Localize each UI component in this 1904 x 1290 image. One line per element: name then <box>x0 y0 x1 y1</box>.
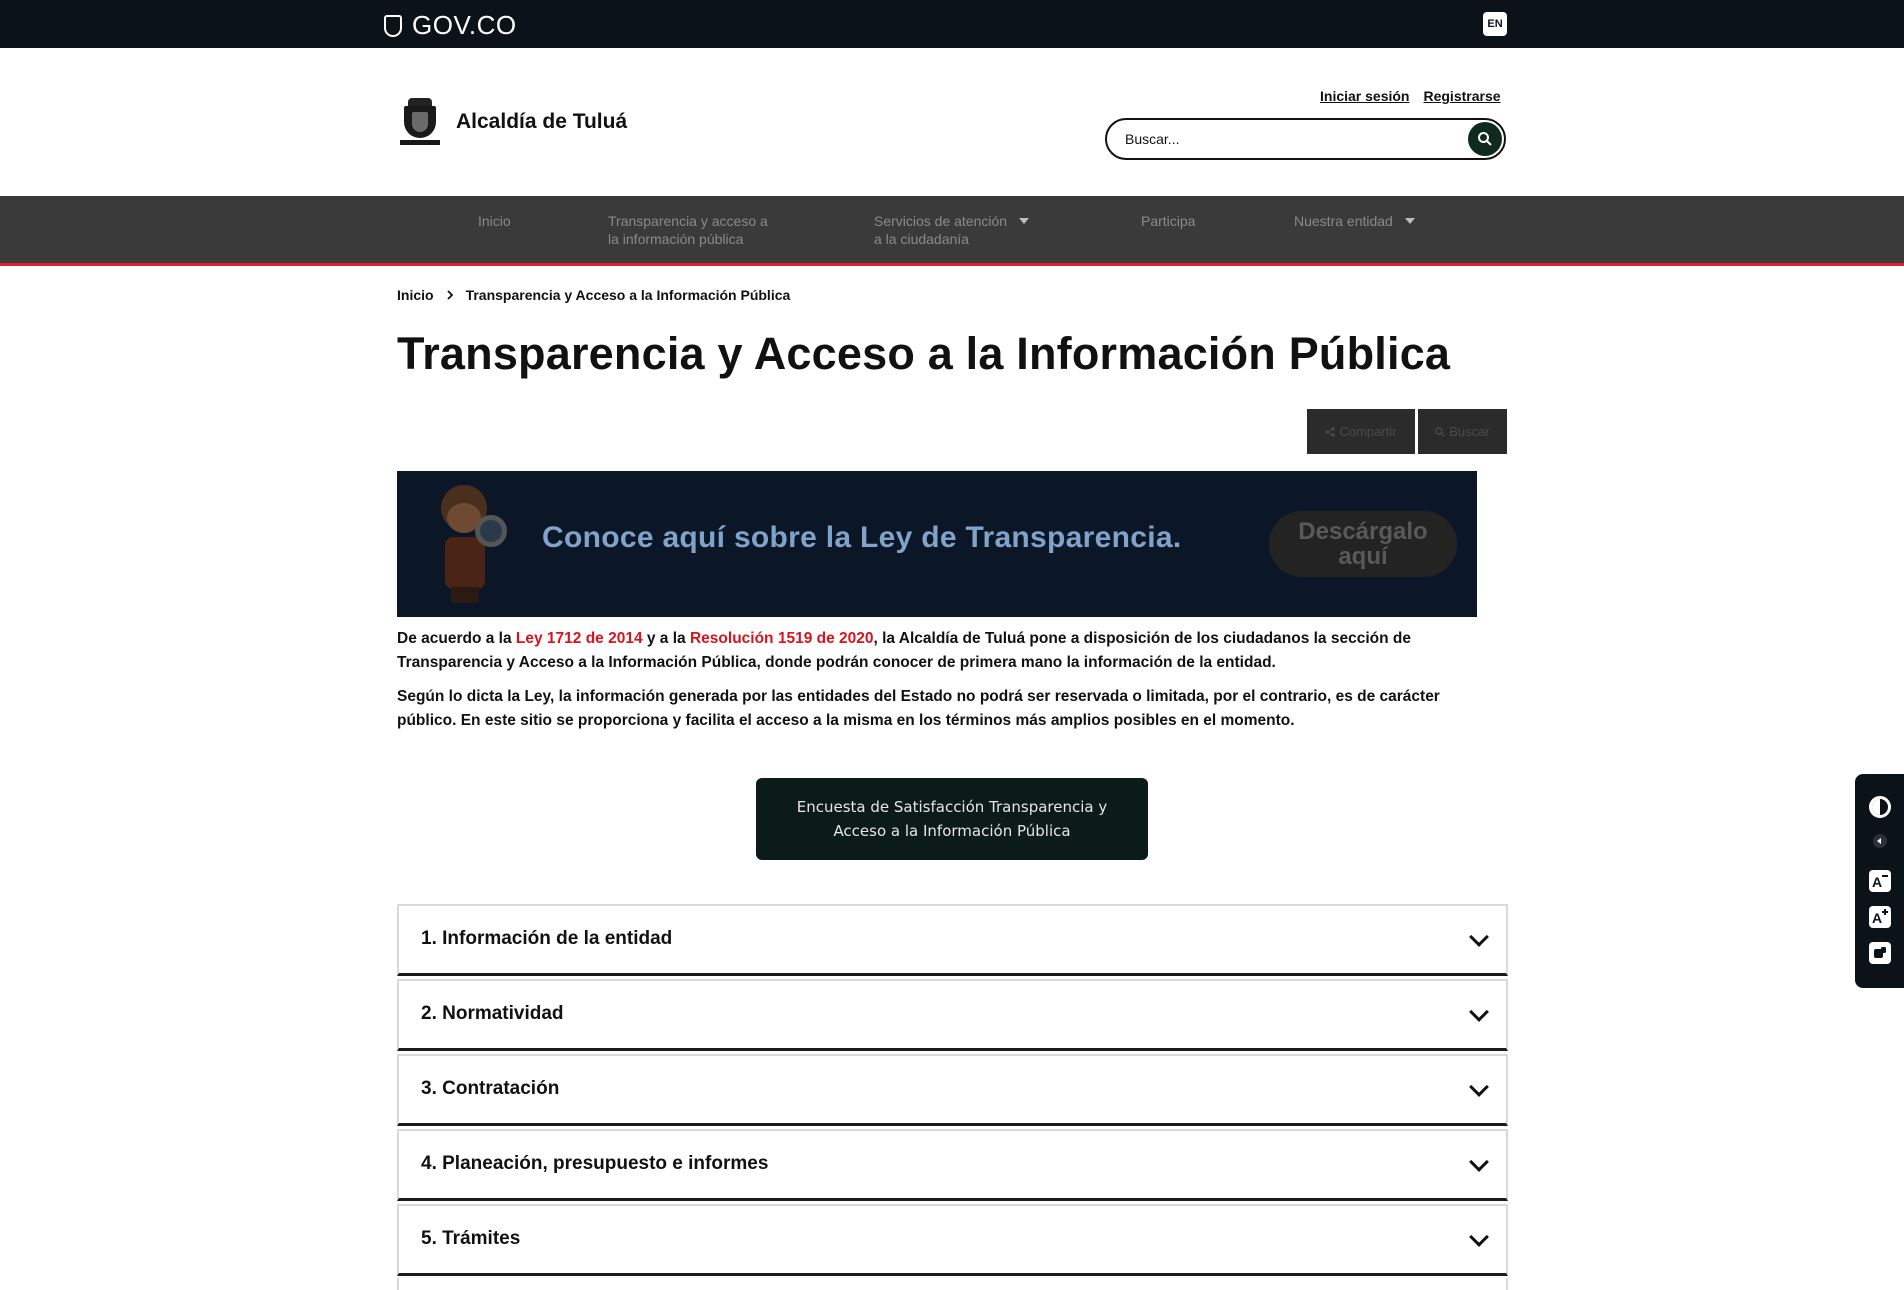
chevron-right-icon <box>446 290 453 300</box>
search-input[interactable] <box>1125 129 1445 149</box>
collapse-icon[interactable] <box>1873 834 1887 848</box>
share-button[interactable]: Compartir <box>1307 409 1415 454</box>
increase-font-icon[interactable]: A <box>1869 906 1891 928</box>
chevron-down-icon <box>1469 1152 1489 1172</box>
language-toggle-button[interactable]: EN <box>1483 12 1507 36</box>
nav-item-servicios[interactable]: Servicios de atención a la ciudadanía <box>874 212 1030 248</box>
law-1712-link[interactable]: Ley 1712 de 2014 <box>516 630 643 647</box>
contrast-icon[interactable] <box>1869 796 1891 818</box>
auth-links: Iniciar sesión Registrarse <box>1320 88 1501 104</box>
site-name: Alcaldía de Tuluá <box>456 110 628 133</box>
banner-text: Conoce aquí sobre la Ley de Transparenci… <box>542 521 1182 554</box>
svg-text:A: A <box>1872 874 1882 890</box>
search-icon <box>1478 132 1492 146</box>
nav-item-inicio[interactable]: Inicio <box>478 212 511 230</box>
gov-co-logo[interactable]: GOV.CO <box>384 10 517 41</box>
chevron-down-icon <box>1469 1077 1489 1097</box>
intro-paragraph-1: De acuerdo a la Ley 1712 de 2014 y a la … <box>397 630 1411 671</box>
register-link[interactable]: Registrarse <box>1423 88 1500 104</box>
accessibility-toolbar: A A <box>1855 774 1904 988</box>
nav-item-nuestra-entidad[interactable]: Nuestra entidad <box>1294 212 1415 230</box>
gov-co-bar: GOV.CO EN <box>0 0 1904 48</box>
page-tools: Compartir Buscar <box>1307 409 1507 454</box>
transparency-law-banner[interactable]: Conoce aquí sobre la Ley de Transparenci… <box>397 471 1477 617</box>
main-nav: Inicio Transparencia y acceso a la inform… <box>0 196 1904 266</box>
nav-item-participa[interactable]: Participa <box>1141 212 1195 230</box>
accordion-item-contratacion[interactable]: 3. Contratación <box>397 1054 1508 1126</box>
child-magnifier-illustration <box>427 485 517 605</box>
chevron-down-icon <box>1469 927 1489 947</box>
share-icon <box>1325 426 1336 437</box>
colombia-shield-icon <box>384 14 402 37</box>
search-box <box>1105 118 1506 160</box>
accordion-item-normatividad[interactable]: 2. Normatividad <box>397 979 1508 1051</box>
chevron-down-icon <box>1404 218 1415 224</box>
svg-text:A: A <box>1872 910 1882 926</box>
accordion-item-informacion-entidad[interactable]: 1. Información de la entidad <box>397 904 1508 976</box>
breadcrumb-home-link[interactable]: Inicio <box>397 287 434 303</box>
accordion-item-planeacion[interactable]: 4. Planeación, presupuesto e informes <box>397 1129 1508 1201</box>
chevron-down-icon <box>1469 1002 1489 1022</box>
page-title: Transparencia y Acceso a la Información … <box>397 328 1451 379</box>
satisfaction-survey-button[interactable]: Encuesta de Satisfacción Transparencia y… <box>756 778 1148 860</box>
resolution-1519-link[interactable]: Resolución 1519 de 2020 <box>690 630 874 647</box>
chevron-down-icon <box>1019 218 1030 224</box>
login-link[interactable]: Iniciar sesión <box>1320 88 1409 104</box>
site-logo[interactable]: Alcaldía de Tuluá <box>400 98 627 146</box>
accordion-item-tramites[interactable]: 5. Trámites <box>397 1204 1508 1276</box>
accordion-next-item-edge <box>397 1278 1508 1290</box>
search-button[interactable] <box>1468 122 1502 156</box>
gov-co-label: GOV.CO <box>412 10 517 40</box>
page-search-button[interactable]: Buscar <box>1418 409 1507 454</box>
search-icon <box>1435 426 1445 436</box>
nav-item-transparencia[interactable]: Transparencia y acceso a la información p… <box>608 212 768 248</box>
sign-language-icon[interactable] <box>1869 942 1891 964</box>
download-button[interactable]: Descárgalo aquí <box>1269 511 1457 577</box>
breadcrumb-current: Transparencia y Acceso a la Información … <box>465 287 791 303</box>
decrease-font-icon[interactable]: A <box>1869 870 1891 892</box>
municipal-crest-icon <box>400 98 440 146</box>
site-header: Alcaldía de Tuluá Iniciar sesión Registr… <box>0 48 1904 196</box>
chevron-down-icon <box>1469 1227 1489 1247</box>
entity-name: Alcaldía de Tuluá <box>898 630 1026 647</box>
intro-paragraph-2: Según lo dicta la Ley, la información ge… <box>397 688 1440 729</box>
breadcrumb: Inicio Transparencia y Acceso a la Infor… <box>397 287 790 303</box>
